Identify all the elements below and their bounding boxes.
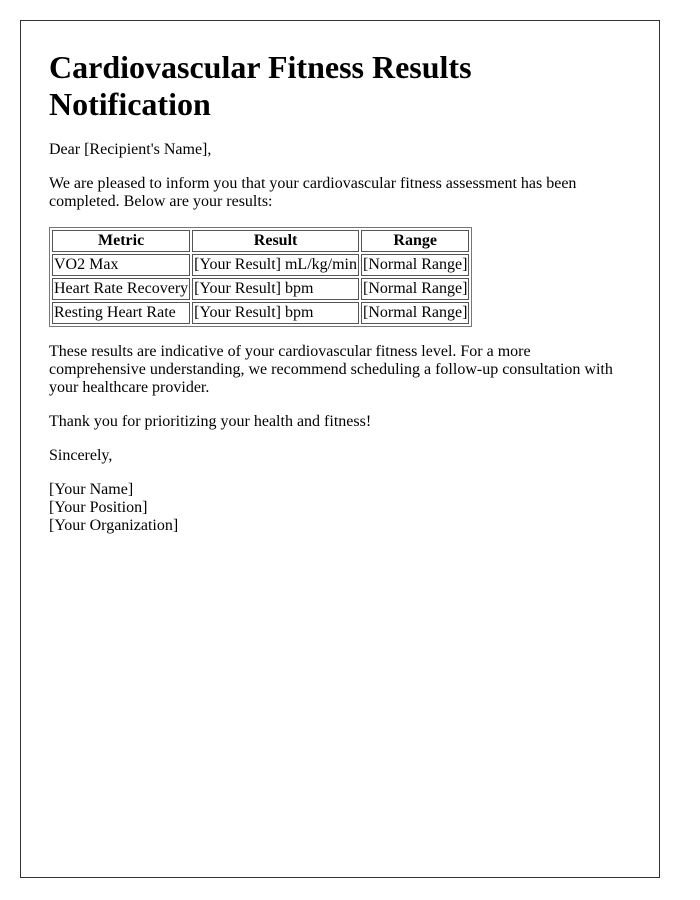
result-cell: [Your Result] bpm — [192, 278, 359, 300]
signature-block: [Your Name] [Your Position] [Your Organi… — [49, 481, 631, 535]
signature-organization: [Your Organization] — [49, 517, 179, 534]
range-cell: [Normal Range] — [360, 278, 470, 300]
greeting: Dear [Recipient's Name], — [49, 141, 212, 158]
header-result: Result — [192, 230, 359, 252]
letter-title: Cardiovascular Fitness Results Notificat… — [49, 49, 472, 122]
table-row: Resting Heart Rate [Your Result] bpm [No… — [52, 302, 470, 324]
header-metric: Metric — [52, 230, 191, 252]
signature-name: [Your Name] — [49, 481, 134, 498]
metric-cell: VO2 Max — [52, 254, 191, 276]
range-cell: [Normal Range] — [360, 254, 470, 276]
closing: Sincerely, — [49, 447, 113, 464]
thanks-paragraph: Thank you for prioritizing your health a… — [49, 413, 372, 430]
result-cell: [Your Result] mL/kg/min — [192, 254, 359, 276]
intro-paragraph: We are pleased to inform you that your c… — [49, 175, 577, 210]
table-row: Heart Rate Recovery [Your Result] bpm [N… — [52, 278, 470, 300]
signature-position: [Your Position] — [49, 499, 148, 516]
body-paragraph: These results are indicative of your car… — [49, 343, 613, 396]
result-cell: [Your Result] bpm — [192, 302, 359, 324]
letter-container: Cardiovascular Fitness Results Notificat… — [20, 20, 660, 878]
results-table: Metric Result Range VO2 Max [Your Result… — [49, 227, 473, 327]
range-cell: [Normal Range] — [360, 302, 470, 324]
table-header-row: Metric Result Range — [52, 230, 470, 252]
metric-cell: Heart Rate Recovery — [52, 278, 191, 300]
header-range: Range — [360, 230, 470, 252]
table-row: VO2 Max [Your Result] mL/kg/min [Normal … — [52, 254, 470, 276]
metric-cell: Resting Heart Rate — [52, 302, 191, 324]
